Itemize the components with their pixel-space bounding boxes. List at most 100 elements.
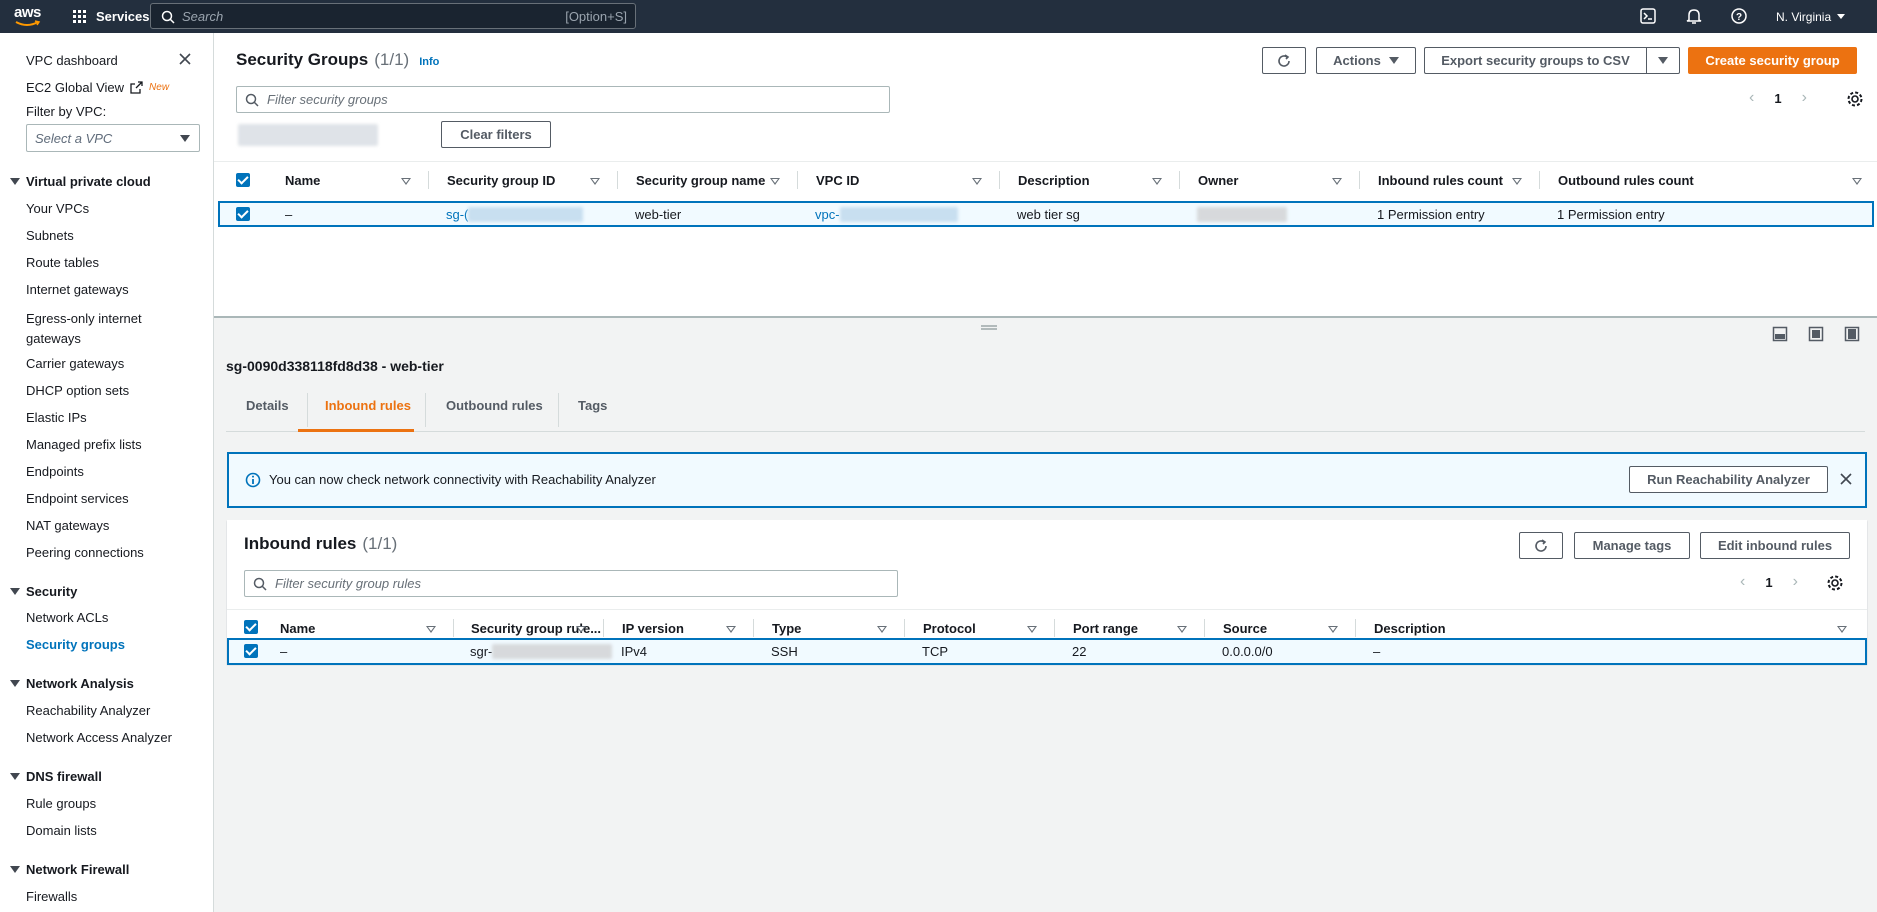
panel-splitter[interactable] bbox=[214, 316, 1877, 318]
column-header-inbound-rules-count[interactable]: Inbound rules count bbox=[1378, 173, 1503, 188]
region-selector[interactable]: N. Virginia bbox=[1776, 0, 1846, 33]
edit-inbound-rules-button[interactable]: Edit inbound rules bbox=[1700, 532, 1850, 559]
notifications-bell-icon[interactable] bbox=[1684, 6, 1704, 26]
sidebar-section-network-firewall[interactable]: Network Firewall bbox=[10, 862, 129, 877]
column-header-port-range[interactable]: Port range bbox=[1073, 621, 1138, 636]
refresh-button[interactable] bbox=[1262, 47, 1306, 74]
cell-security-group-id[interactable]: sg-( bbox=[446, 207, 584, 222]
sidebar-section-security[interactable]: Security bbox=[10, 584, 77, 599]
current-page[interactable]: 1 bbox=[1765, 575, 1772, 590]
sidebar-item-network-acls[interactable]: Network ACLs bbox=[26, 610, 108, 625]
sort-icon[interactable] bbox=[770, 178, 780, 185]
column-header-source[interactable]: Source bbox=[1223, 621, 1267, 636]
sort-icon[interactable] bbox=[1852, 178, 1862, 185]
previous-page-icon[interactable]: ‹ bbox=[1740, 573, 1745, 591]
sidebar-item-network-access-analyzer[interactable]: Network Access Analyzer bbox=[26, 730, 172, 745]
sort-icon[interactable] bbox=[401, 178, 411, 185]
column-header-ip-version[interactable]: IP version bbox=[622, 621, 684, 636]
column-header-description[interactable]: Description bbox=[1374, 621, 1446, 636]
column-header-name[interactable]: Name bbox=[280, 621, 315, 636]
create-security-group-button[interactable]: Create security group bbox=[1688, 47, 1857, 74]
aws-logo[interactable]: aws bbox=[14, 4, 44, 27]
sidebar-item-dhcp-option-sets[interactable]: DHCP option sets bbox=[26, 383, 129, 398]
column-header-security-group-id[interactable]: Security group ID bbox=[447, 173, 555, 188]
filter-security-group-rules-input[interactable]: Filter security group rules bbox=[244, 570, 898, 597]
sidebar-item-reachability-analyzer[interactable]: Reachability Analyzer bbox=[26, 703, 150, 718]
select-all-checkbox[interactable] bbox=[236, 173, 250, 187]
column-header-outbound-rules-count[interactable]: Outbound rules count bbox=[1558, 173, 1694, 188]
split-bottom-icon[interactable] bbox=[1772, 326, 1788, 342]
sidebar-item-endpoints[interactable]: Endpoints bbox=[26, 464, 84, 479]
sidebar-section-virtual-private-cloud[interactable]: Virtual private cloud bbox=[10, 174, 151, 189]
column-header-name[interactable]: Name bbox=[285, 173, 320, 188]
sidebar-item-domain-lists[interactable]: Domain lists bbox=[26, 823, 97, 838]
column-header-owner[interactable]: Owner bbox=[1198, 173, 1238, 188]
vpc-filter-select[interactable]: Select a VPC bbox=[26, 124, 200, 152]
tab-outbound-rules[interactable]: Outbound rules bbox=[446, 398, 543, 413]
sidebar-item-elastic-ips[interactable]: Elastic IPs bbox=[26, 410, 87, 425]
sort-icon[interactable] bbox=[1152, 178, 1162, 185]
sort-icon[interactable] bbox=[877, 626, 887, 633]
sort-icon[interactable] bbox=[1027, 626, 1037, 633]
next-page-icon[interactable]: › bbox=[1802, 89, 1807, 107]
clear-filters-button[interactable]: Clear filters bbox=[441, 121, 551, 148]
cloudshell-icon[interactable] bbox=[1638, 6, 1658, 26]
help-icon[interactable]: ? bbox=[1729, 6, 1749, 26]
actions-dropdown[interactable]: Actions bbox=[1316, 47, 1416, 74]
tab-inbound-rules[interactable]: Inbound rules bbox=[325, 398, 411, 413]
settings-gear-icon[interactable] bbox=[1846, 90, 1864, 108]
close-icon[interactable] bbox=[178, 52, 192, 66]
sidebar-section-network-analysis[interactable]: Network Analysis bbox=[10, 676, 134, 691]
close-icon[interactable] bbox=[1839, 472, 1853, 486]
sort-icon[interactable] bbox=[576, 626, 586, 633]
info-link[interactable]: Info bbox=[419, 56, 439, 68]
sidebar-item-egress-only-internet-gateways[interactable]: Egress-only internet gateways bbox=[26, 309, 142, 349]
sidebar-item-subnets[interactable]: Subnets bbox=[26, 228, 74, 243]
previous-page-icon[interactable]: ‹ bbox=[1749, 89, 1754, 107]
sidebar-item-vpc-dashboard[interactable]: VPC dashboard bbox=[26, 53, 118, 68]
row-checkbox[interactable] bbox=[244, 644, 258, 658]
export-csv-button[interactable]: Export security groups to CSV bbox=[1424, 47, 1646, 74]
settings-gear-icon[interactable] bbox=[1826, 574, 1844, 592]
sort-icon[interactable] bbox=[426, 626, 436, 633]
sidebar-item-nat-gateways[interactable]: NAT gateways bbox=[26, 518, 109, 533]
drag-handle-icon[interactable] bbox=[981, 325, 997, 331]
sort-icon[interactable] bbox=[1837, 626, 1847, 633]
sidebar-item-peering-connections[interactable]: Peering connections bbox=[26, 545, 144, 560]
sidebar-item-carrier-gateways[interactable]: Carrier gateways bbox=[26, 356, 124, 371]
sidebar-item-endpoint-services[interactable]: Endpoint services bbox=[26, 491, 129, 506]
sidebar-section-dns-firewall[interactable]: DNS firewall bbox=[10, 769, 102, 784]
services-menu[interactable]: Services bbox=[72, 0, 150, 33]
sort-icon[interactable] bbox=[1328, 626, 1338, 633]
sort-icon[interactable] bbox=[726, 626, 736, 633]
select-all-checkbox[interactable] bbox=[244, 620, 258, 634]
global-search-input[interactable]: Search [Option+S] bbox=[150, 3, 636, 29]
sort-icon[interactable] bbox=[1332, 178, 1342, 185]
tab-tags[interactable]: Tags bbox=[578, 398, 607, 413]
column-header-type[interactable]: Type bbox=[772, 621, 801, 636]
sidebar-item-firewalls[interactable]: Firewalls bbox=[26, 889, 77, 904]
sidebar-item-security-groups[interactable]: Security groups bbox=[26, 637, 125, 652]
sidebar-item-your-vpcs[interactable]: Your VPCs bbox=[26, 201, 89, 216]
tab-details[interactable]: Details bbox=[246, 398, 289, 413]
current-page[interactable]: 1 bbox=[1774, 91, 1781, 106]
column-header-vpc-id[interactable]: VPC ID bbox=[816, 173, 859, 188]
sort-icon[interactable] bbox=[590, 178, 600, 185]
split-full-icon[interactable] bbox=[1844, 326, 1860, 342]
export-options-dropdown[interactable] bbox=[1646, 47, 1680, 74]
filter-security-groups-input[interactable]: Filter security groups bbox=[236, 86, 890, 113]
sort-icon[interactable] bbox=[972, 178, 982, 185]
sidebar-item-managed-prefix-lists[interactable]: Managed prefix lists bbox=[26, 437, 142, 452]
sort-icon[interactable] bbox=[1512, 178, 1522, 185]
sidebar-item-ec2-global-view[interactable]: EC2 Global View New bbox=[26, 80, 169, 95]
sidebar-item-route-tables[interactable]: Route tables bbox=[26, 255, 99, 270]
manage-tags-button[interactable]: Manage tags bbox=[1574, 532, 1690, 559]
column-header-protocol[interactable]: Protocol bbox=[923, 621, 976, 636]
next-page-icon[interactable]: › bbox=[1793, 573, 1798, 591]
column-header-security-group-name[interactable]: Security group name bbox=[636, 173, 765, 188]
split-side-icon[interactable] bbox=[1808, 326, 1824, 342]
refresh-button[interactable] bbox=[1519, 532, 1563, 559]
row-checkbox[interactable] bbox=[236, 207, 250, 221]
sidebar-item-rule-groups[interactable]: Rule groups bbox=[26, 796, 96, 811]
column-header-description[interactable]: Description bbox=[1018, 173, 1090, 188]
